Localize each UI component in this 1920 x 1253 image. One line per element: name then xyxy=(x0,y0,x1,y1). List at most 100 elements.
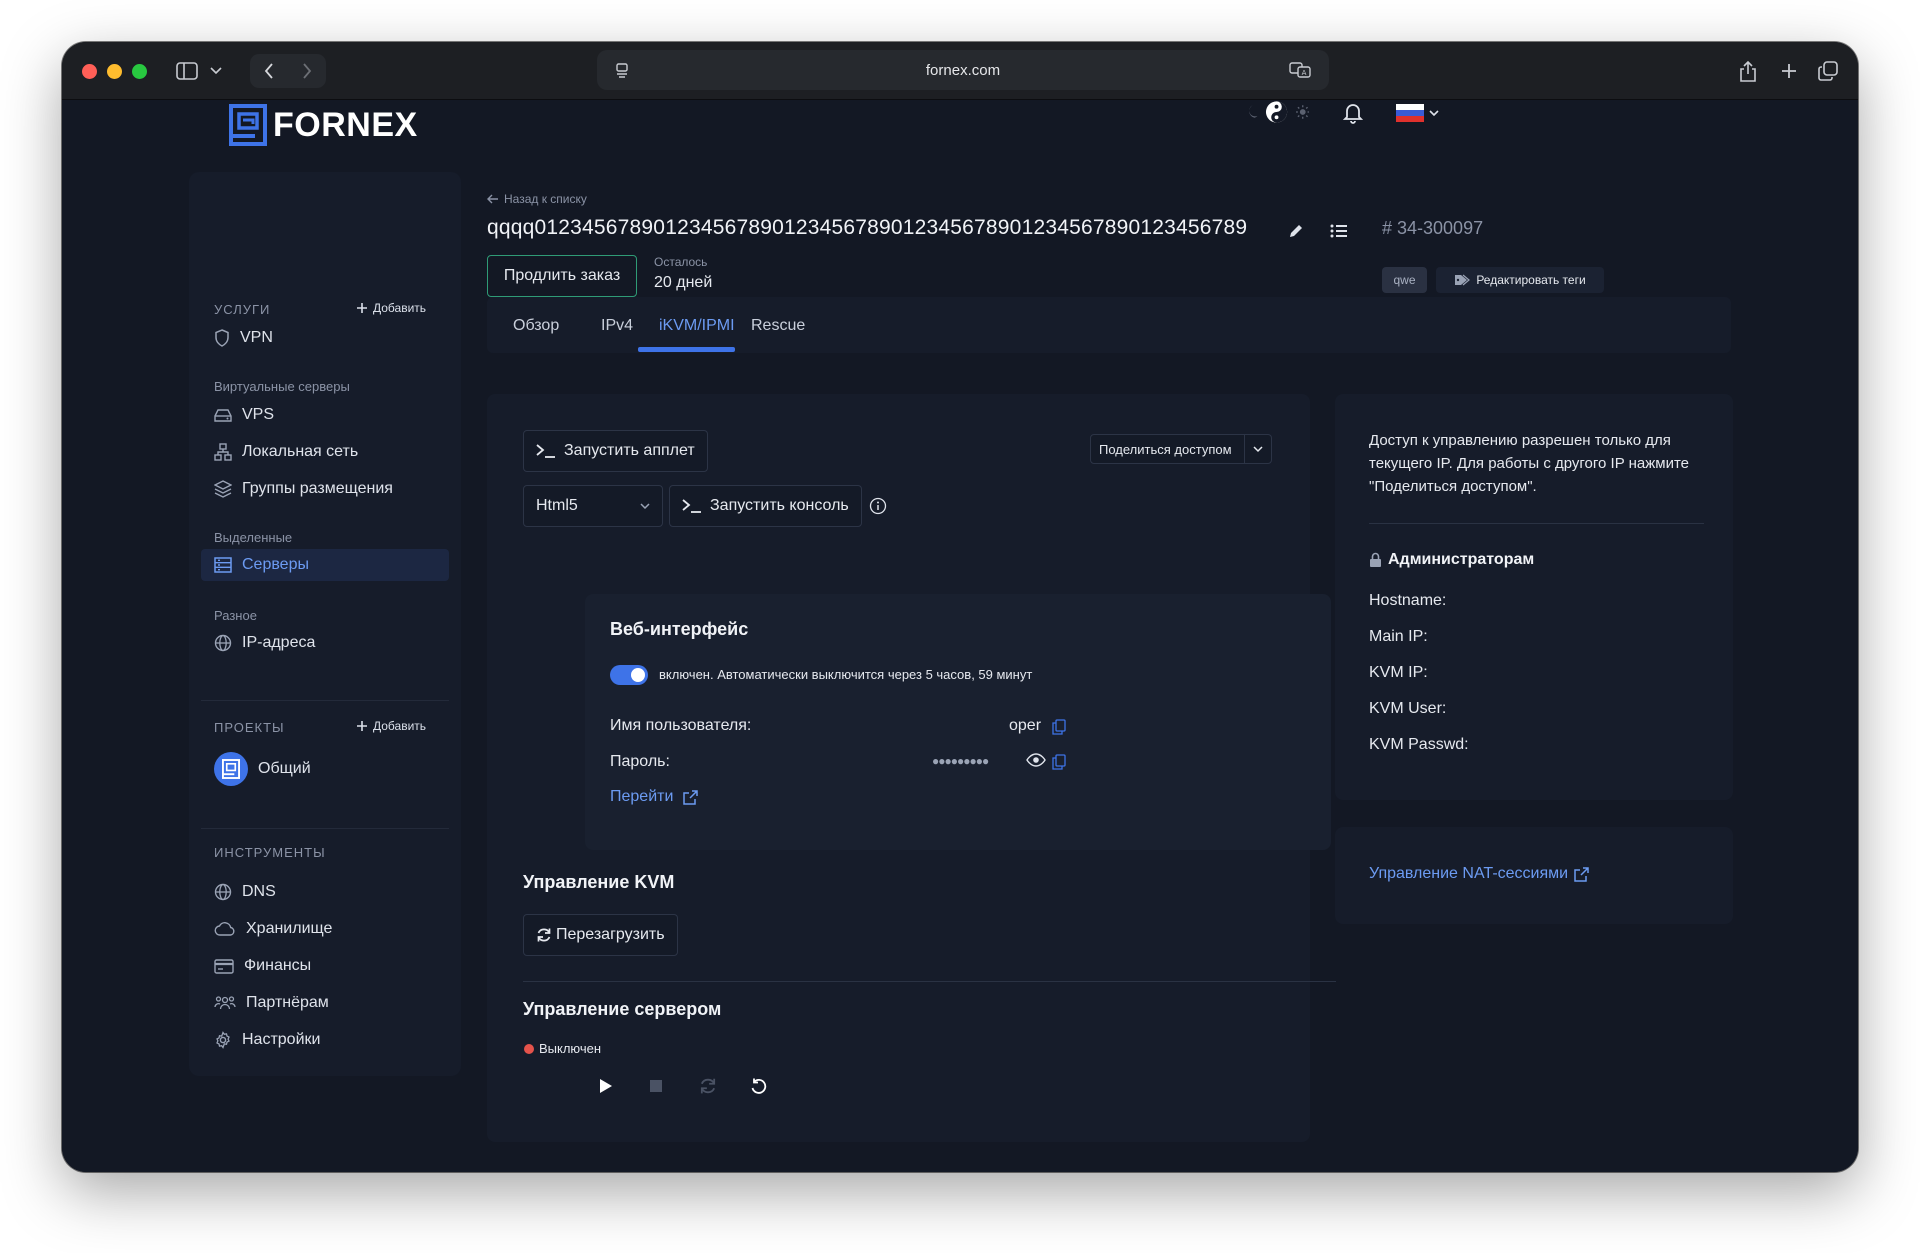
add-project-button[interactable]: Добавить xyxy=(357,719,426,733)
notifications-button[interactable] xyxy=(1340,100,1366,126)
layers-icon xyxy=(214,480,232,498)
kvm-control-title: Управление KVM xyxy=(523,872,675,892)
sidebar-item-finance[interactable]: Финансы xyxy=(201,950,449,982)
sidebar-item-ip-addresses[interactable]: IP-адреса xyxy=(201,627,449,659)
gear-icon xyxy=(216,1031,230,1049)
sidebar-item-label: Финансы xyxy=(244,957,312,974)
rename-button[interactable] xyxy=(1285,220,1307,242)
restart-button[interactable] xyxy=(686,1064,730,1108)
bell-icon xyxy=(1343,104,1363,124)
admins-title: Администраторам xyxy=(1388,551,1535,568)
sidebar-item-label: VPS xyxy=(242,406,275,423)
sidebar-item-placement-groups[interactable]: Группы размещения xyxy=(201,473,449,505)
copy-password-button[interactable] xyxy=(1052,754,1066,770)
virtual-servers-caption: Виртуальные серверы xyxy=(214,379,350,394)
console-info-button[interactable] xyxy=(869,497,887,515)
console-type-select[interactable]: Html5 xyxy=(523,485,663,527)
forward-button[interactable] xyxy=(288,63,326,79)
back-button[interactable] xyxy=(250,63,288,79)
web-interface-title: Веб-интерфейс xyxy=(610,619,749,639)
copy-icon xyxy=(1052,754,1066,770)
shield-icon xyxy=(215,329,229,347)
back-to-list-link[interactable]: Назад к списку xyxy=(487,192,587,206)
minimize-window-button[interactable] xyxy=(107,64,122,79)
tab-rescue[interactable]: Rescue xyxy=(751,317,805,335)
address-bar[interactable]: fornex.com A xyxy=(597,50,1329,90)
copy-username-button[interactable] xyxy=(1052,719,1066,735)
console-type-value: Html5 xyxy=(536,497,578,514)
section-divider xyxy=(523,981,1336,982)
network-icon xyxy=(214,443,232,461)
reset-button[interactable] xyxy=(737,1064,781,1108)
sidebar-item-servers[interactable]: Серверы xyxy=(201,549,449,581)
renew-order-button[interactable]: Продлить заказ xyxy=(487,255,637,297)
sidebar-item-project-general[interactable]: Общий xyxy=(201,749,449,789)
sidebar-item-dns[interactable]: DNS xyxy=(201,876,449,908)
power-status-label: Выключен xyxy=(539,1041,602,1056)
tabs-bar: Обзор IPv4 iKVM/IPMI Rescue xyxy=(487,297,1731,353)
chevron-down-icon xyxy=(210,67,222,75)
button-divider xyxy=(1243,434,1245,464)
launch-applet-button[interactable]: Запустить апплет xyxy=(523,430,708,472)
users-icon xyxy=(214,996,236,1010)
zoom-window-button[interactable] xyxy=(132,64,147,79)
chevron-down-icon xyxy=(1253,445,1263,452)
sidebar-item-label: VPN xyxy=(240,329,273,346)
launch-console-button[interactable]: Запустить консоль xyxy=(669,485,862,527)
sidebar-divider xyxy=(201,828,449,829)
sidebar-item-settings[interactable]: Настройки xyxy=(201,1024,449,1056)
power-off-button[interactable] xyxy=(634,1064,678,1108)
tab-overview-button[interactable] xyxy=(1814,57,1842,85)
sidebar-item-storage[interactable]: Хранилище xyxy=(201,913,449,945)
history-nav xyxy=(250,54,326,88)
edit-tags-label: Редактировать теги xyxy=(1476,273,1586,287)
share-button[interactable] xyxy=(1734,57,1762,85)
sidebar-item-vps[interactable]: VPS xyxy=(201,399,449,431)
projects-header: ПРОЕКТЫ xyxy=(214,720,285,735)
add-service-button[interactable]: Добавить xyxy=(357,301,426,315)
sidebar-item-vpn[interactable]: VPN xyxy=(201,322,449,354)
cloud-icon xyxy=(214,922,235,936)
back-to-list-label: Назад к списку xyxy=(504,192,587,206)
nat-sessions-link[interactable]: Управление NAT-сессиями xyxy=(1369,865,1589,883)
tag-badge[interactable]: qwe xyxy=(1382,267,1427,293)
sidebar-item-label: Группы размещения xyxy=(242,480,393,497)
show-password-button[interactable] xyxy=(1026,753,1046,767)
fornex-logo[interactable]: FORNEX xyxy=(229,104,418,146)
translate-icon: A xyxy=(1289,62,1311,78)
play-icon xyxy=(600,1079,612,1093)
language-selector[interactable] xyxy=(1396,104,1439,122)
eye-icon xyxy=(1026,753,1046,767)
sidebar: УСЛУГИ Добавить VPN Виртуальные серверы … xyxy=(189,172,461,1076)
share-access-button[interactable]: Поделиться доступом xyxy=(1090,434,1272,464)
browser-window: fornex.com A FORNEX УСЛУГИ Добавить VPN … xyxy=(62,42,1858,1172)
theme-switcher[interactable] xyxy=(1245,98,1310,126)
reboot-kvm-button[interactable]: Перезагрузить xyxy=(523,914,678,956)
close-window-button[interactable] xyxy=(82,64,97,79)
globe-icon xyxy=(214,634,232,652)
tab-ipv4[interactable]: IPv4 xyxy=(601,317,633,335)
external-link-icon xyxy=(683,789,699,805)
launch-applet-label: Запустить апплет xyxy=(564,442,695,459)
power-on-button[interactable] xyxy=(584,1064,628,1108)
sidebar-toggle-button[interactable] xyxy=(174,58,224,84)
details-list-button[interactable] xyxy=(1328,220,1350,242)
tabs-icon xyxy=(1818,61,1838,81)
refresh-icon xyxy=(537,928,551,942)
sidebar-item-partners[interactable]: Партнёрам xyxy=(201,987,449,1019)
url-text: fornex.com xyxy=(925,61,1001,79)
kvm-user-label: KVM User: xyxy=(1369,700,1447,717)
new-tab-button[interactable] xyxy=(1775,57,1803,85)
goto-web-interface-link[interactable]: Перейти xyxy=(610,788,699,806)
tab-overview[interactable]: Обзор xyxy=(513,317,559,335)
terminal-icon xyxy=(682,499,701,513)
web-interface-toggle[interactable] xyxy=(610,665,648,685)
main-ip-label: Main IP: xyxy=(1369,628,1428,645)
sidebar-item-label: Хранилище xyxy=(246,920,333,937)
add-service-label: Добавить xyxy=(373,301,427,315)
tab-ikvm-ipmi[interactable]: iKVM/IPMI xyxy=(659,317,735,335)
sidebar-item-local-network[interactable]: Локальная сеть xyxy=(201,436,449,468)
edit-tags-button[interactable]: Редактировать теги xyxy=(1436,267,1604,293)
server-icon xyxy=(214,557,232,573)
terminal-icon xyxy=(536,444,555,458)
